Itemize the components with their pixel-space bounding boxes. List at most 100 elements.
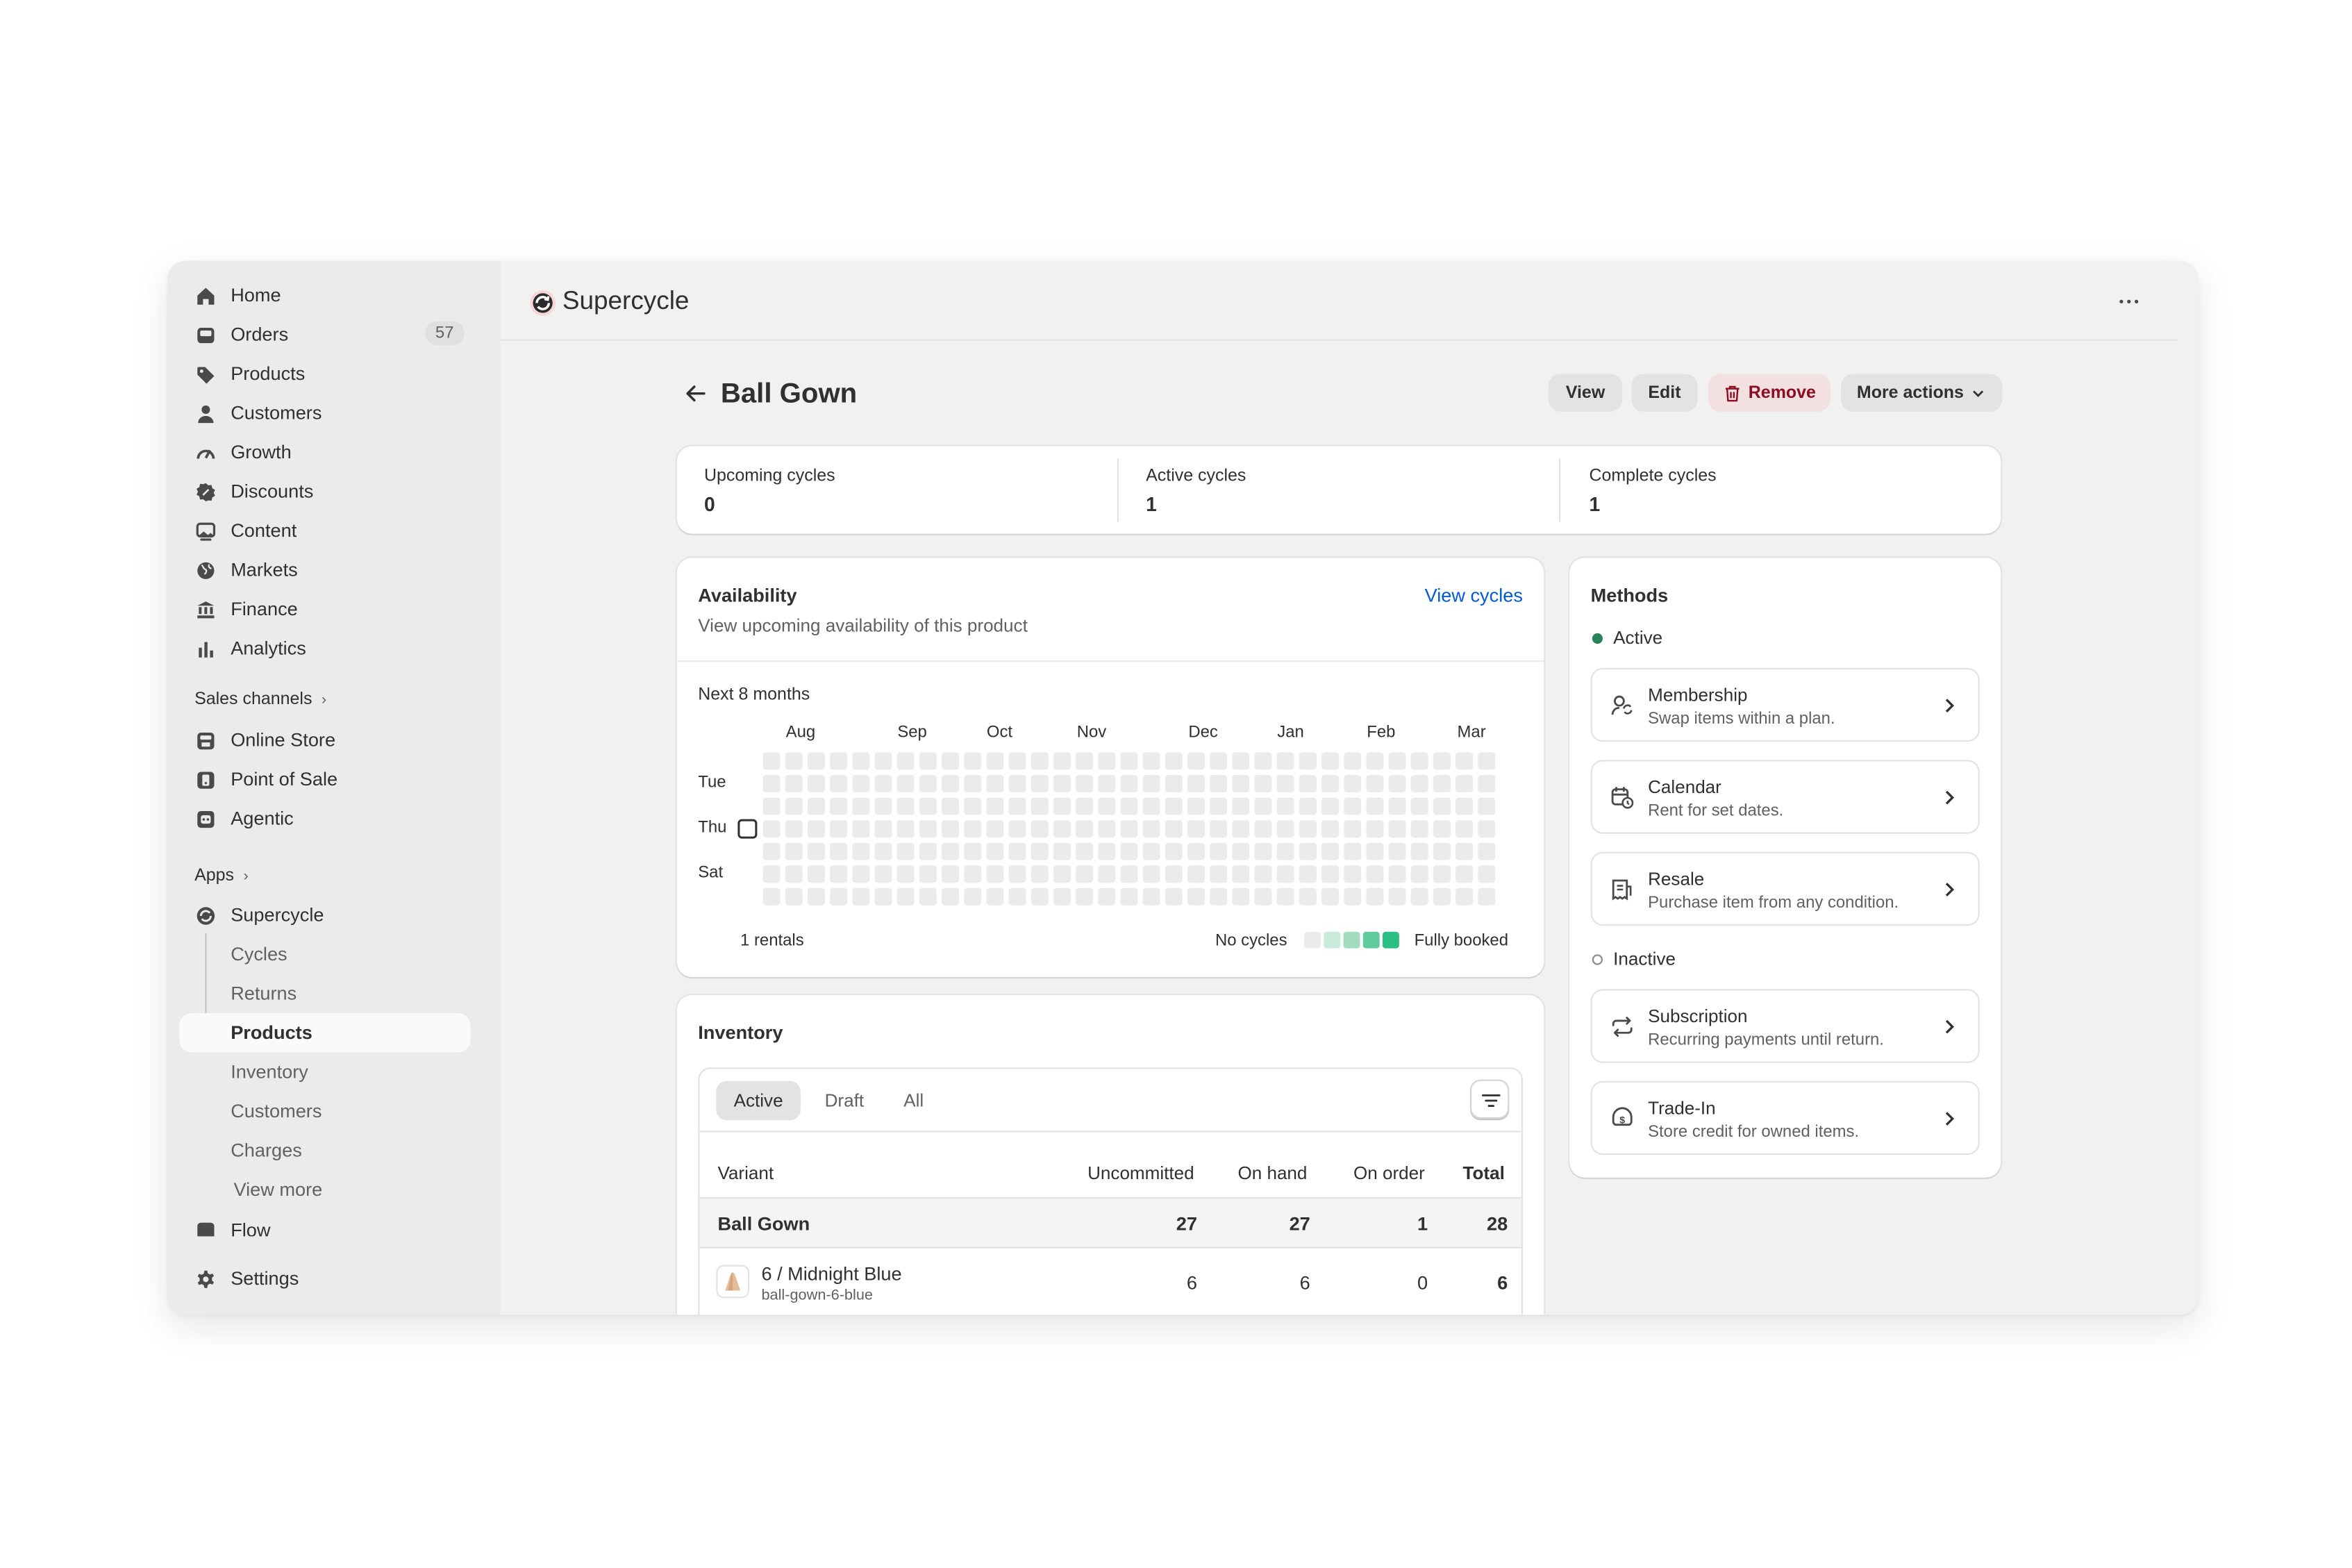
method-resale[interactable]: Resale Purchase item from any condition.: [1590, 851, 1980, 926]
month-label: Oct: [987, 723, 1013, 742]
heatmap-cell: [1187, 842, 1205, 860]
month-label: Sep: [897, 723, 926, 742]
day-label: Thu: [698, 818, 726, 837]
inventory-table: Active Draft All Variant Uncommitted On …: [698, 1067, 1523, 1315]
globe-icon: [194, 560, 215, 581]
sidebar-subitem-returns[interactable]: Returns: [179, 974, 470, 1013]
sidebar-item-products[interactable]: Products: [179, 354, 470, 393]
heatmap-cell: [986, 820, 1004, 838]
heatmap-cell: [942, 887, 960, 906]
heatmap-cell: [762, 752, 781, 770]
method-title: Membership: [1648, 684, 1748, 706]
heatmap-cell: [1210, 820, 1228, 838]
sidebar-item-supercycle[interactable]: Supercycle: [179, 896, 470, 935]
sidebar-item-label: Cycles: [231, 944, 287, 965]
chevron-right-icon: [1942, 695, 1958, 716]
back-arrow-icon[interactable]: [683, 381, 708, 406]
view-more-link[interactable]: View more: [179, 1170, 470, 1209]
heatmap-cell: [942, 797, 960, 815]
more-actions-label: More actions: [1856, 383, 1964, 402]
heatmap-cell: [1276, 774, 1294, 792]
tab-draft[interactable]: Draft: [808, 1081, 881, 1120]
column-header-uncommitted: Uncommitted: [1087, 1162, 1194, 1184]
view-cycles-link[interactable]: View cycles: [1425, 585, 1523, 606]
heatmap-cell: [1366, 865, 1384, 883]
sidebar-item-customers[interactable]: Customers: [179, 394, 470, 433]
method-membership[interactable]: Membership Swap items within a plan.: [1590, 667, 1980, 742]
heatmap-cell: [1299, 752, 1317, 770]
sidebar-item-label: Customers: [231, 402, 322, 424]
sidebar-item-flow[interactable]: Flow: [179, 1215, 470, 1237]
sidebar-item-point-of-sale[interactable]: Point of Sale: [179, 760, 470, 799]
view-button[interactable]: View: [1548, 374, 1623, 412]
heatmap-cell: [1410, 774, 1428, 792]
sidebar-subitem-products[interactable]: Products: [179, 1013, 471, 1053]
chevron-right-icon: [1942, 1016, 1958, 1037]
sidebar-item-label: Products: [231, 363, 306, 385]
sidebar-subitem-inventory[interactable]: Inventory: [179, 1052, 470, 1091]
sidebar-item-settings[interactable]: Settings: [179, 1259, 470, 1298]
sidebar-item-label: Customers: [231, 1100, 322, 1122]
sidebar-item-growth[interactable]: Growth: [179, 433, 470, 472]
sidebar-item-label: Growth: [231, 442, 292, 463]
heatmap-cell: [1120, 887, 1138, 906]
heatmap-cell: [785, 865, 803, 883]
sidebar-item-analytics[interactable]: Analytics: [179, 628, 470, 667]
inventory-card: Inventory Active Draft All Variant Uncom…: [676, 994, 1544, 1315]
sidebar-item-content[interactable]: Content: [179, 511, 470, 550]
method-title: Subscription: [1648, 1006, 1748, 1027]
sidebar-item-home[interactable]: Home: [179, 276, 470, 315]
column-header-variant: Variant: [717, 1162, 774, 1184]
sidebar-item-agentic[interactable]: Agentic: [179, 799, 470, 838]
ellipsis-icon[interactable]: [2117, 290, 2141, 314]
sidebar-item-markets[interactable]: Markets: [179, 550, 470, 589]
heatmap-cell: [1344, 820, 1362, 838]
heatmap-cell: [1031, 797, 1049, 815]
gauge-icon: [194, 442, 215, 462]
sidebar-subitem-charges[interactable]: Charges: [179, 1131, 470, 1169]
tab-all[interactable]: All: [888, 1081, 940, 1120]
heatmap-cell: [1076, 752, 1094, 770]
table-row[interactable]: 6 / Midnight Blue ball-gown-6-blue 6 6 0…: [699, 1249, 1521, 1315]
heatmap-cell: [1165, 774, 1183, 792]
sidebar-item-online-store[interactable]: Online Store: [179, 721, 470, 760]
heatmap-cell: [1478, 865, 1496, 883]
filter-button[interactable]: [1469, 1079, 1510, 1119]
heatmap-cell: [1276, 842, 1294, 860]
tab-active[interactable]: Active: [716, 1081, 801, 1121]
heatmap-cell: [1388, 887, 1406, 906]
heatmap-cell: [919, 887, 937, 906]
apps-heading[interactable]: Apps ›: [194, 867, 249, 885]
edit-button[interactable]: Edit: [1631, 374, 1698, 412]
person-icon: [194, 403, 215, 424]
stat-value: 0: [703, 492, 715, 516]
method-calendar[interactable]: Calendar Rent for set dates.: [1590, 760, 1980, 834]
sales-channels-heading[interactable]: Sales channels ›: [194, 690, 326, 708]
variant-name: 6 / Midnight Blue: [761, 1263, 902, 1285]
sidebar-item-finance[interactable]: Finance: [179, 590, 470, 628]
heatmap-cell: [1031, 865, 1049, 883]
heatmap-cell: [1344, 842, 1362, 860]
sidebar-subitem-cycles[interactable]: Cycles: [179, 935, 470, 974]
method-description: Rent for set dates.: [1648, 802, 1784, 821]
sidebar-item-orders[interactable]: Orders 57: [179, 315, 470, 354]
chevron-down-icon: [1971, 385, 1987, 401]
sidebar-item-discounts[interactable]: Discounts: [179, 472, 470, 511]
heatmap-cell: [1053, 865, 1071, 883]
sidebar-subitem-customers[interactable]: Customers: [179, 1092, 470, 1131]
remove-button[interactable]: Remove: [1708, 374, 1830, 412]
heatmap-cell: [807, 842, 825, 860]
method-subscription[interactable]: Subscription Recurring payments until re…: [1590, 989, 1980, 1063]
heatmap-cell: [1053, 887, 1071, 906]
group-name: Ball Gown: [717, 1213, 810, 1235]
more-actions-button[interactable]: More actions: [1841, 374, 2003, 412]
heatmap-cell: [762, 842, 781, 860]
heatmap-cell: [1366, 774, 1384, 792]
group-row[interactable]: Ball Gown 27 27 1 28: [699, 1196, 1521, 1249]
legend-swatch: [1382, 931, 1399, 949]
sidebar-item-label: Home: [231, 285, 281, 306]
method-trade-in[interactable]: $ Trade-In Store credit for owned items.: [1590, 1081, 1980, 1156]
gear-icon: [194, 1268, 215, 1289]
method-title: Trade-In: [1648, 1097, 1716, 1119]
heatmap-cell: [830, 842, 848, 860]
